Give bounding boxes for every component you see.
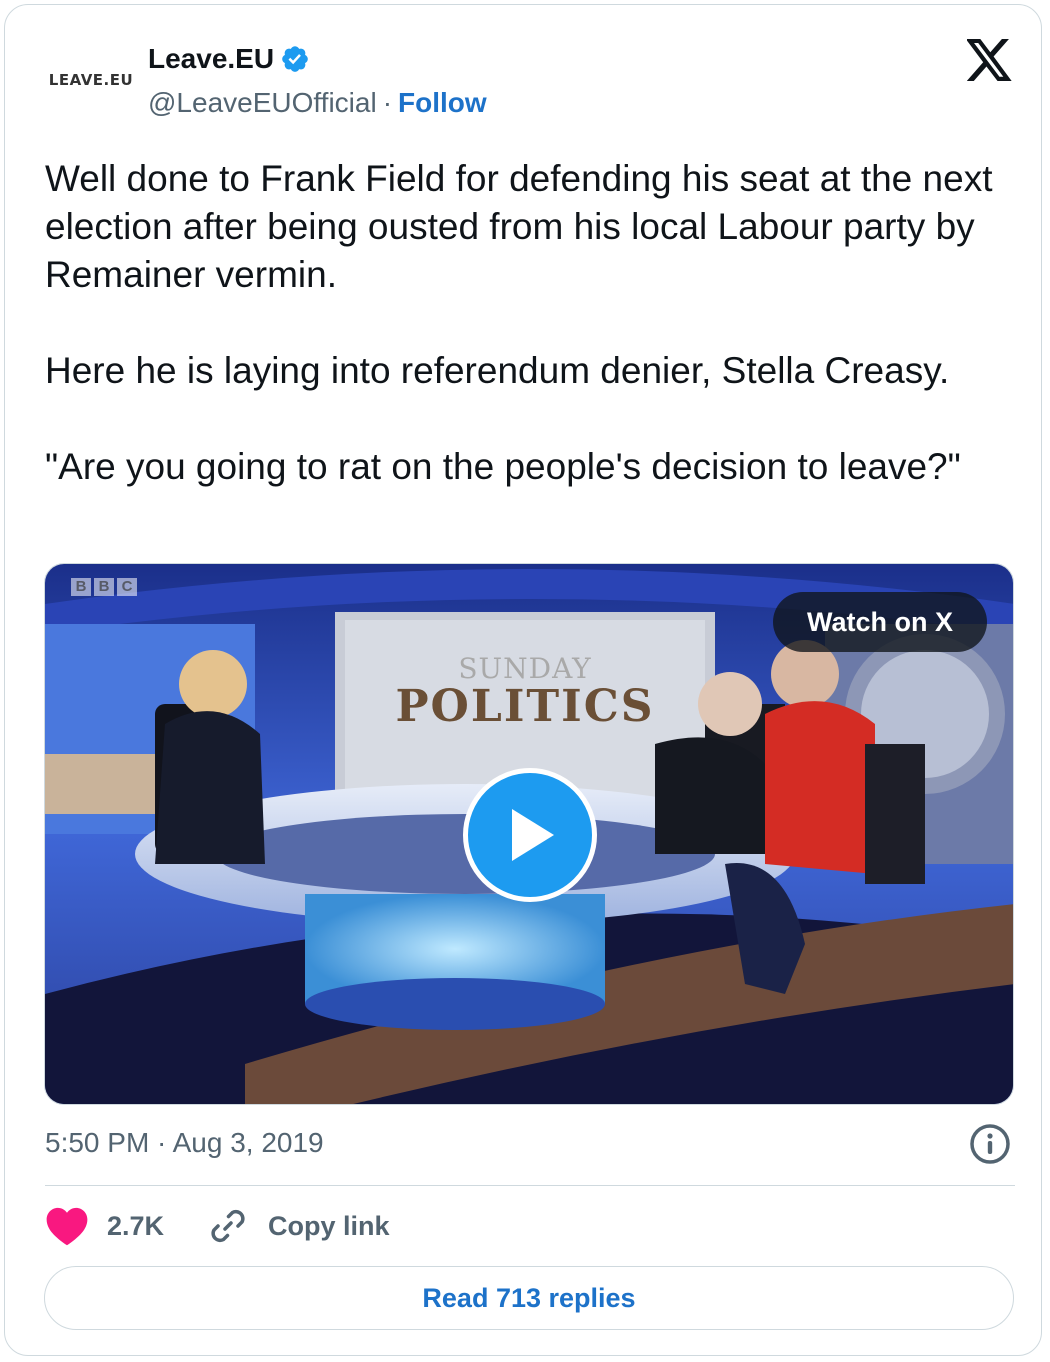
action-bar: 2.7K Copy link <box>45 1203 390 1249</box>
divider <box>45 1185 1015 1186</box>
show-title: SUNDAY POLITICS <box>375 652 675 732</box>
tweet-text: Well done to Frank Field for defending h… <box>45 158 993 487</box>
copy-link-label: Copy link <box>268 1210 390 1241</box>
author-display-name[interactable]: Leave.EU <box>148 43 274 75</box>
watch-on-x-button[interactable]: Watch on X <box>773 592 987 652</box>
show-title-line2: POLITICS <box>395 681 655 732</box>
tweet-timestamp[interactable]: 5:50 PM · Aug 3, 2019 <box>45 1127 324 1159</box>
heart-icon <box>46 1207 88 1246</box>
author-name-row: Leave.EU <box>148 43 310 75</box>
read-replies-button[interactable]: Read 713 replies <box>44 1266 1014 1330</box>
like-count: 2.7K <box>107 1210 165 1241</box>
bbc-logo-letter: B <box>94 578 114 596</box>
link-icon <box>211 1209 245 1243</box>
bbc-logo-letter: B <box>71 578 91 596</box>
verified-badge-icon <box>282 46 308 72</box>
tweet-card: LEAVE.EU Leave.EU @LeaveEUOfficial · Follo… <box>4 4 1042 1356</box>
separator-dot: · <box>382 87 393 118</box>
info-icon[interactable] <box>968 1122 1012 1166</box>
bbc-logo: B B C <box>71 578 137 596</box>
copy-link-button[interactable]: Copy link <box>206 1204 390 1248</box>
follow-button[interactable]: Follow <box>398 87 487 118</box>
avatar-logo-text: LEAVE.EU <box>48 71 134 89</box>
play-button[interactable] <box>463 768 597 902</box>
bbc-logo-letter: C <box>117 578 137 596</box>
video-player[interactable]: B B C SUNDAY POLITICS Watch on X <box>44 563 1014 1105</box>
x-logo-icon[interactable] <box>967 39 1013 81</box>
author-handle[interactable]: @LeaveEUOfficial <box>148 87 377 118</box>
author-handle-row: @LeaveEUOfficial · Follow <box>148 87 487 119</box>
avatar[interactable]: LEAVE.EU <box>45 49 137 111</box>
like-button[interactable]: 2.7K <box>45 1206 164 1246</box>
play-icon <box>512 809 554 861</box>
